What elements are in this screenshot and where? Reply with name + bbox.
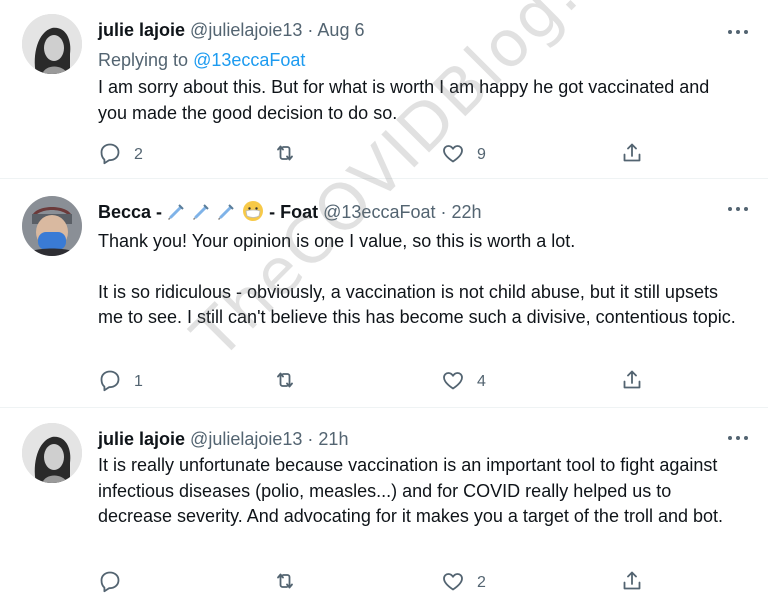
more-icon[interactable] (724, 428, 752, 448)
tweet-header: Becca - - Foat @13eccaFoat · 22h (98, 200, 482, 223)
avatar[interactable] (22, 14, 82, 74)
like-count: 9 (477, 146, 486, 163)
retweet-icon (273, 368, 297, 397)
avatar[interactable] (22, 423, 82, 483)
share-button[interactable] (620, 140, 644, 170)
tweet-2[interactable]: Becca - - Foat @13eccaFoat · 22h Thank y… (0, 179, 768, 407)
syringe-icon (192, 202, 212, 222)
share-icon (620, 368, 644, 397)
separator: · (307, 429, 314, 449)
more-icon[interactable] (724, 199, 752, 219)
mask-face-icon (242, 201, 264, 222)
like-count: 4 (477, 373, 486, 390)
separator: · (307, 20, 314, 40)
like-icon (441, 141, 465, 170)
reply-button[interactable] (98, 568, 134, 598)
tweet-header: julie lajoie @julielajoie13 · Aug 6 (98, 19, 364, 41)
like-button[interactable]: 2 (441, 568, 486, 598)
tweet-actions: 2 9 (0, 140, 768, 170)
tweet-text: I am sorry about this. But for what is w… (98, 75, 738, 126)
syringe-icon (217, 202, 237, 222)
share-button[interactable] (620, 367, 644, 397)
reply-count: 2 (134, 146, 143, 163)
reply-icon (98, 569, 122, 598)
retweet-icon (273, 569, 297, 598)
like-count: 2 (477, 574, 486, 591)
display-name-prefix: Becca - (98, 202, 163, 222)
replying-to: Replying to @13eccaFoat (98, 50, 305, 71)
user-handle[interactable]: @julielajoie13 (190, 429, 302, 449)
tweet-actions: 1 4 (0, 367, 768, 397)
like-icon (441, 569, 465, 598)
separator: · (440, 202, 447, 222)
user-handle[interactable]: @julielajoie13 (190, 20, 302, 40)
reply-icon (98, 141, 122, 170)
retweet-icon (273, 141, 297, 170)
tweet-actions: 2 (0, 568, 768, 598)
reply-count: 1 (134, 373, 143, 390)
tweet-paragraph: It is so ridiculous - obviously, a vacci… (98, 281, 736, 328)
tweet-1[interactable]: julie lajoie @julielajoie13 · Aug 6 Repl… (0, 0, 768, 178)
retweet-button[interactable] (273, 140, 309, 170)
reply-button[interactable]: 2 (98, 140, 143, 170)
retweet-button[interactable] (273, 367, 309, 397)
user-handle[interactable]: @13eccaFoat (323, 202, 435, 222)
display-name[interactable]: julie lajoie (98, 20, 185, 40)
tweet-paragraph: It is really unfortunate because vaccina… (98, 455, 724, 526)
tweet-header: julie lajoie @julielajoie13 · 21h (98, 428, 348, 450)
display-name[interactable]: julie lajoie (98, 429, 185, 449)
like-button[interactable]: 4 (441, 367, 486, 397)
share-button[interactable] (620, 568, 644, 598)
reply-icon (98, 368, 122, 397)
syringe-icon (167, 202, 187, 222)
retweet-button[interactable] (273, 568, 309, 598)
share-icon (620, 141, 644, 170)
like-button[interactable]: 9 (441, 140, 486, 170)
tweet-text: It is really unfortunate because vaccina… (98, 453, 738, 530)
tweet-paragraph: I am sorry about this. But for what is w… (98, 77, 710, 123)
timestamp[interactable]: Aug 6 (317, 20, 364, 40)
reply-button[interactable]: 1 (98, 367, 143, 397)
timestamp[interactable]: 21h (318, 429, 348, 449)
like-icon (441, 368, 465, 397)
tweet-text: Thank you! Your opinion is one I value, … (98, 229, 738, 331)
replying-to-label: Replying to (98, 50, 189, 70)
tweet-3[interactable]: julie lajoie @julielajoie13 · 21h It is … (0, 408, 768, 614)
avatar[interactable] (22, 196, 82, 256)
share-icon (620, 569, 644, 598)
more-icon[interactable] (724, 22, 752, 42)
display-name[interactable]: Becca - - Foat (98, 201, 323, 222)
reply-handle-link[interactable]: @13eccaFoat (193, 50, 305, 70)
display-name-suffix: - Foat (269, 202, 319, 222)
timestamp[interactable]: 22h (452, 202, 482, 222)
tweet-paragraph: Thank you! Your opinion is one I value, … (98, 231, 576, 251)
